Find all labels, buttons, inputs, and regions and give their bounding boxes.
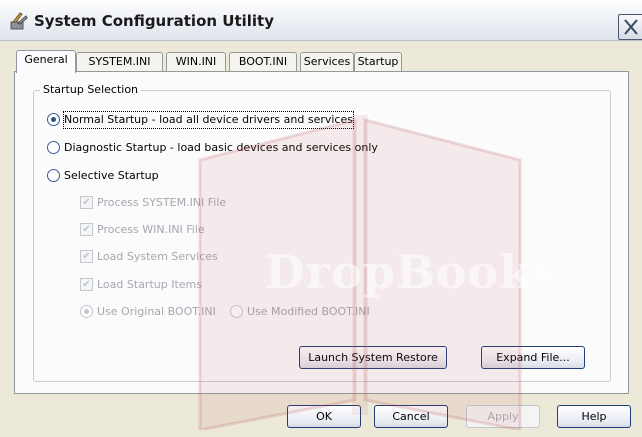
load-system-services-checkbox[interactable]: ✔ xyxy=(80,250,93,263)
expand-file-button[interactable]: Expand File... xyxy=(481,346,585,369)
load-startup-items-checkbox[interactable]: ✔ xyxy=(80,278,93,291)
tab-boot-ini[interactable]: BOOT.INI xyxy=(229,52,297,72)
use-original-boot-label: Use Original BOOT.INI xyxy=(97,305,216,318)
title-bar[interactable]: System Configuration Utility xyxy=(0,0,642,41)
tab-system-ini-label: SYSTEM.INI xyxy=(88,55,151,68)
cancel-button[interactable]: Cancel xyxy=(374,405,448,428)
tab-startup[interactable]: Startup xyxy=(354,52,402,72)
process-win-ini-label: Process WIN.INI File xyxy=(97,223,205,236)
load-startup-items-label: Load Startup Items xyxy=(97,278,202,291)
msconfig-app-icon xyxy=(8,10,30,32)
process-win-ini-checkbox[interactable]: ✔ xyxy=(80,223,93,236)
use-original-boot-radio[interactable] xyxy=(80,305,93,318)
startup-selection-label: Startup Selection xyxy=(40,83,142,96)
tab-system-ini[interactable]: SYSTEM.INI xyxy=(76,52,163,72)
tab-boot-ini-label: BOOT.INI xyxy=(238,55,288,68)
tab-general-label: General xyxy=(24,53,68,66)
selective-startup-label: Selective Startup xyxy=(64,169,159,182)
tab-services[interactable]: Services xyxy=(300,52,354,72)
tab-win-ini[interactable]: WIN.INI xyxy=(166,52,226,72)
use-modified-boot-radio[interactable] xyxy=(230,305,243,318)
tab-general[interactable]: General xyxy=(16,50,76,73)
watermark-text: DropBooks xyxy=(265,245,559,299)
general-tab-panel: Startup Selection Normal Startup - load … xyxy=(14,71,629,394)
tab-services-label: Services xyxy=(303,55,351,68)
use-modified-boot-label: Use Modified BOOT.INI xyxy=(247,305,370,318)
launch-system-restore-button[interactable]: Launch System Restore xyxy=(299,346,447,369)
diagnostic-startup-radio[interactable] xyxy=(47,141,60,154)
tab-win-ini-label: WIN.INI xyxy=(175,55,217,68)
selective-startup-radio[interactable] xyxy=(47,169,60,182)
window-title: System Configuration Utility xyxy=(34,12,274,30)
tab-startup-label: Startup xyxy=(357,55,399,68)
apply-button[interactable]: Apply xyxy=(466,405,540,428)
load-system-services-label: Load System Services xyxy=(97,250,218,263)
normal-startup-label: Normal Startup - load all device drivers… xyxy=(63,111,354,129)
close-button[interactable] xyxy=(618,14,642,40)
ok-button[interactable]: OK xyxy=(287,405,361,428)
process-system-ini-checkbox[interactable]: ✔ xyxy=(80,196,93,209)
process-system-ini-label: Process SYSTEM.INI File xyxy=(97,196,227,209)
normal-startup-radio[interactable] xyxy=(47,113,60,126)
startup-selection-group: Startup Selection Normal Startup - load … xyxy=(33,83,611,382)
close-icon xyxy=(624,19,638,35)
help-button[interactable]: Help xyxy=(557,405,631,428)
system-configuration-window: System Configuration Utility General SYS… xyxy=(0,0,642,437)
diagnostic-startup-label: Diagnostic Startup - load basic devices … xyxy=(64,141,378,154)
